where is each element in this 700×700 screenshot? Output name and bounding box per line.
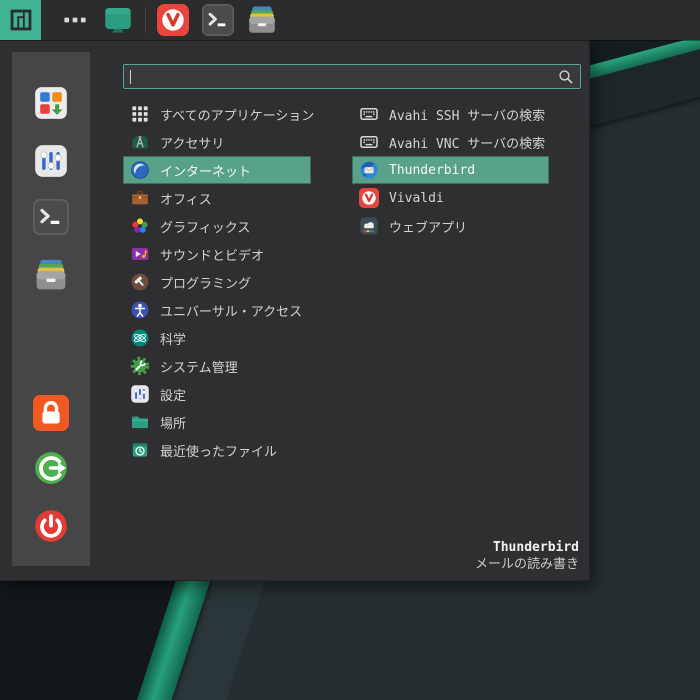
category-item[interactable]: プログラミング [123, 268, 311, 296]
software-center-button[interactable] [31, 83, 71, 123]
category-item[interactable]: グラフィックス [123, 212, 311, 240]
category-item[interactable]: アクセサリ [123, 128, 311, 156]
terminal-emulator-button[interactable] [31, 197, 71, 237]
application-list: Avahi SSH サーバの検索 Avahi VNC サーバの検索 Thunderb… [352, 100, 549, 240]
desktop-teal-icon [105, 8, 131, 33]
category-label: ユニバーサル・アクセス [160, 304, 303, 320]
terminal-icon [33, 199, 69, 235]
files-icon [249, 6, 275, 33]
selected-app-info: Thunderbird メールの読み書き [475, 539, 579, 574]
application-label: ウェブアプリ [389, 220, 468, 236]
category-item[interactable]: ユニバーサル・アクセス [123, 296, 311, 324]
selected-app-description: メールの読み書き [474, 557, 579, 572]
terminal-icon [202, 4, 234, 36]
dots-icon [64, 17, 86, 23]
category-label: サウンドとビデオ [160, 248, 265, 264]
manjaro-menu-button[interactable] [0, 0, 41, 40]
file-manager-button[interactable] [31, 255, 71, 295]
science-icon [130, 328, 150, 348]
logout-icon [35, 452, 67, 484]
settings-manager-button[interactable] [31, 141, 71, 181]
graphics-icon [130, 216, 150, 236]
shut-down-button[interactable] [31, 506, 71, 546]
menu-sidebar [12, 52, 90, 566]
thunderbird-icon [359, 160, 379, 180]
show-desktop-button[interactable] [102, 4, 134, 36]
file-manager-launcher[interactable] [246, 4, 278, 36]
category-item[interactable]: サウンドとビデオ [123, 240, 311, 268]
settings-icon [35, 145, 67, 177]
application-item[interactable]: Vivaldi [352, 184, 549, 212]
accessories-icon [130, 132, 150, 152]
recent-icon [130, 440, 150, 460]
application-label: Avahi SSH サーバの検索 [389, 108, 546, 124]
folder-icon [130, 412, 150, 432]
panel-separator [145, 7, 146, 33]
category-label: すべてのアプリケーション [160, 108, 315, 124]
app-grid-icon [130, 104, 150, 124]
application-label: Vivaldi [389, 190, 444, 206]
vivaldi-icon [359, 188, 379, 208]
settings-icon [130, 384, 150, 404]
window-buttons[interactable] [59, 4, 91, 36]
category-label: オフィス [160, 192, 212, 208]
log-out-button[interactable] [31, 448, 71, 488]
software-icon [35, 87, 67, 119]
terminal-launcher[interactable] [202, 4, 234, 36]
category-item[interactable]: 場所 [123, 408, 311, 436]
accessibility-icon [130, 300, 150, 320]
keyboard-icon [359, 132, 379, 152]
category-item[interactable]: オフィス [123, 184, 311, 212]
application-item[interactable]: Avahi SSH サーバの検索 [352, 100, 549, 128]
category-item[interactable]: 最近使ったファイル [123, 436, 311, 464]
development-icon [130, 272, 150, 292]
lock-icon [33, 395, 69, 431]
webapps-icon [359, 216, 379, 236]
search-box[interactable] [123, 64, 581, 89]
office-icon [130, 188, 150, 208]
category-label: プログラミング [160, 276, 252, 292]
search-icon [557, 68, 575, 86]
category-label: 設定 [160, 388, 187, 404]
category-item[interactable]: 科学 [123, 324, 311, 352]
text-cursor [130, 70, 131, 84]
category-item[interactable]: 設定 [123, 380, 311, 408]
category-label: 科学 [160, 332, 187, 348]
category-label: 場所 [160, 416, 187, 432]
application-item[interactable]: Thunderbird [352, 156, 549, 184]
power-icon [35, 510, 67, 542]
category-label: インターネット [160, 164, 252, 180]
internet-icon [130, 160, 150, 180]
top-panel [0, 0, 700, 40]
keyboard-icon [359, 104, 379, 124]
lock-screen-button[interactable] [31, 393, 71, 433]
files-icon [36, 259, 66, 290]
application-item[interactable]: Avahi VNC サーバの検索 [352, 128, 549, 156]
multimedia-icon [130, 244, 150, 264]
category-label: アクセサリ [160, 136, 225, 152]
desktop: すべてのアプリケーション アクセサリインターネット オフィスグラフィックス サウンドと… [0, 0, 700, 700]
category-label: グラフィックス [160, 220, 251, 236]
whisker-menu: すべてのアプリケーション アクセサリインターネット オフィスグラフィックス サウンドと… [0, 40, 590, 581]
category-item[interactable]: システム管理 [123, 352, 311, 380]
manjaro-logo-icon [10, 9, 31, 31]
system-icon [130, 356, 150, 376]
vivaldi-icon [157, 4, 189, 36]
vivaldi-launcher[interactable] [157, 4, 189, 36]
category-item[interactable]: インターネット [123, 156, 311, 184]
category-label: システム管理 [160, 360, 238, 376]
application-item[interactable]: ウェブアプリ [352, 212, 549, 240]
application-label: Avahi VNC サーバの検索 [389, 136, 546, 152]
category-list: すべてのアプリケーション アクセサリインターネット オフィスグラフィックス サウンドと… [123, 100, 315, 464]
category-item[interactable]: すべてのアプリケーション [123, 100, 315, 128]
selected-app-title: Thunderbird [492, 540, 579, 555]
search-input[interactable] [124, 65, 557, 88]
category-label: 最近使ったファイル [160, 444, 278, 460]
application-label: Thunderbird [389, 162, 476, 178]
